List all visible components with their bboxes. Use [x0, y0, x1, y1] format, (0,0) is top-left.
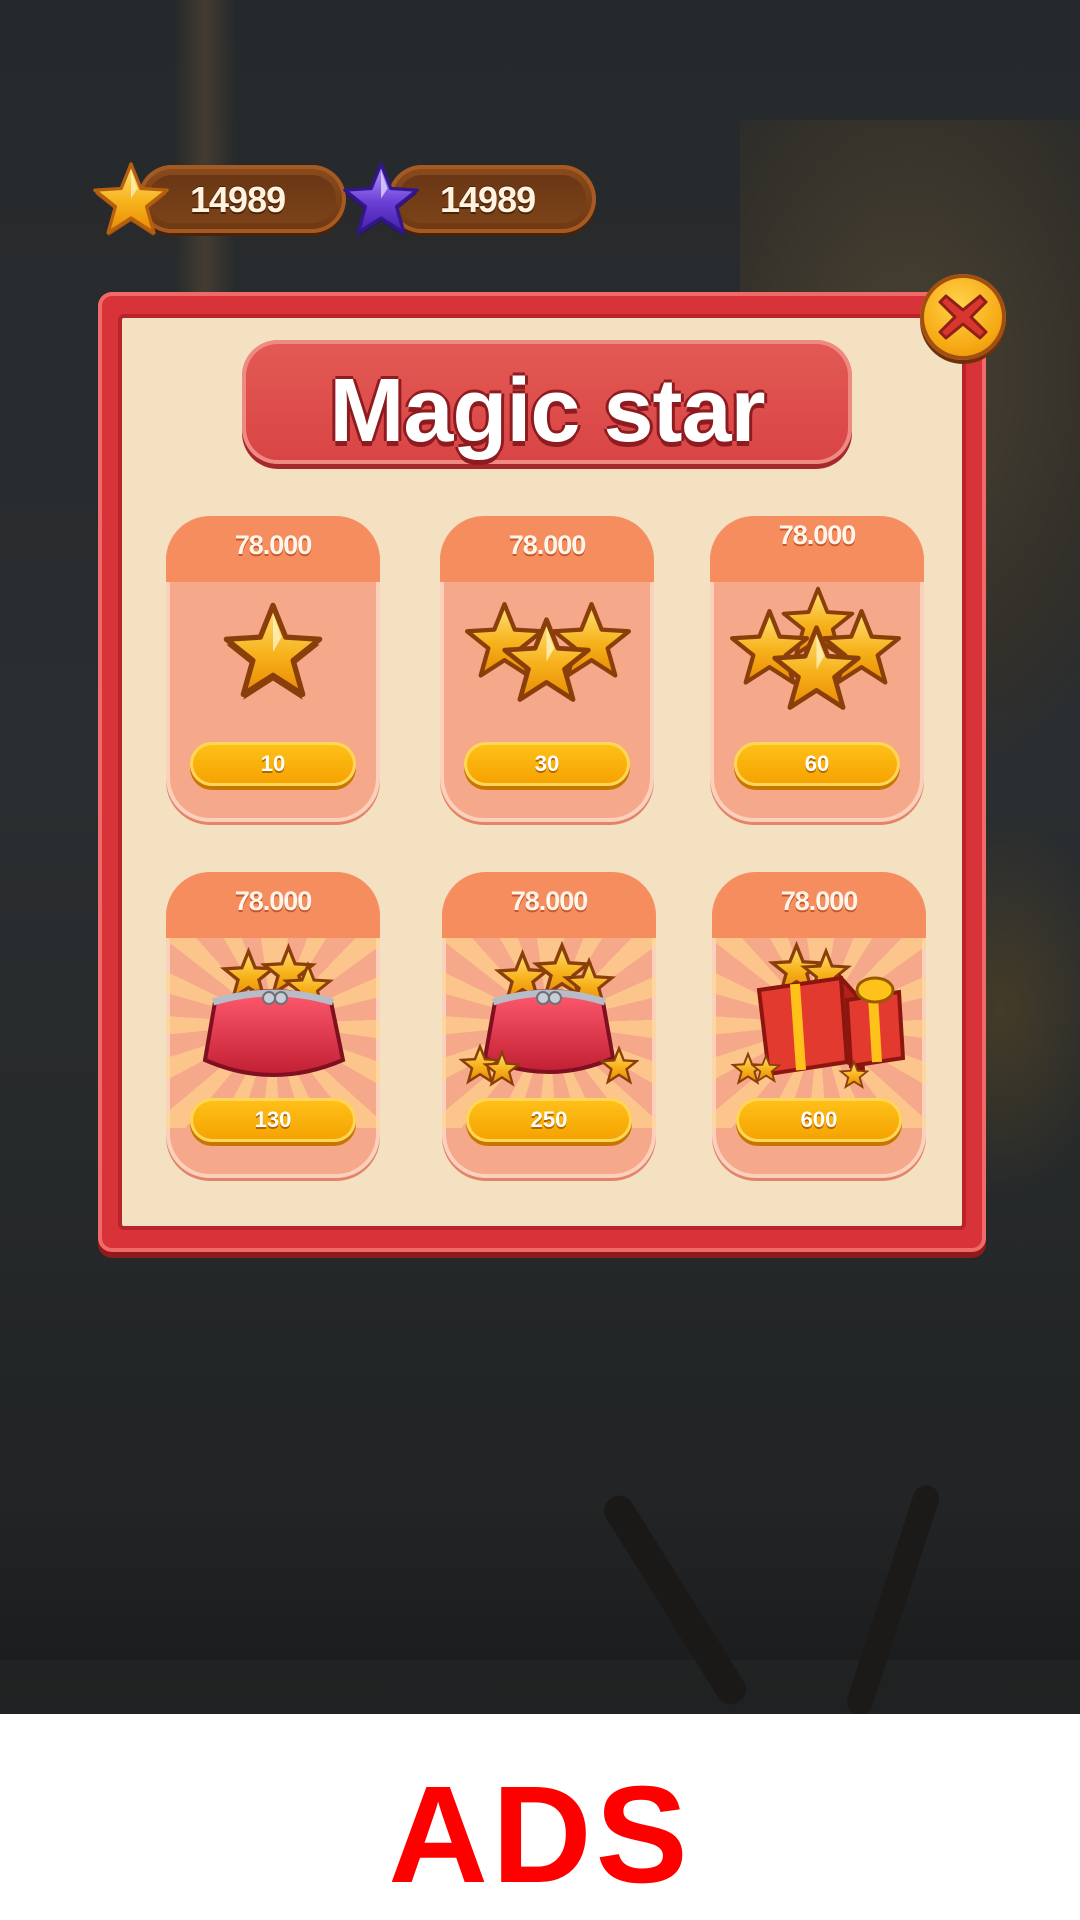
item-price: 78.000 — [780, 886, 859, 916]
item-amount: 60 — [804, 751, 830, 776]
shop-item-card[interactable]: 78.000 30 — [440, 516, 654, 822]
item-amount: 30 — [534, 751, 560, 776]
background-ground — [0, 1240, 1080, 1660]
item-price: 78.000 — [234, 886, 313, 916]
buy-button[interactable]: 60 — [734, 742, 900, 786]
star-gift-box-icon — [732, 943, 906, 1088]
buy-button[interactable]: 10 — [190, 742, 356, 786]
item-amount: 130 — [254, 1107, 292, 1132]
shop-item-card[interactable]: 78.000 130 — [166, 872, 380, 1178]
item-price: 78.000 — [234, 530, 313, 560]
shop-item-card[interactable]: 78.000 60 — [710, 516, 924, 822]
item-amount: 10 — [260, 751, 286, 776]
item-amount: 600 — [800, 1107, 838, 1132]
shop-title: Magic star — [329, 361, 765, 461]
shop-item-card[interactable]: 78.000 600 — [712, 872, 926, 1178]
gold-star-icon — [93, 162, 169, 237]
item-price: 78.000 — [508, 530, 587, 560]
shop-item-card[interactable]: 78.000 10 — [166, 516, 380, 822]
buy-button[interactable]: 600 — [736, 1098, 902, 1142]
star-purse-icon — [202, 945, 346, 1077]
star-pile-icon — [727, 586, 907, 734]
item-amount: 250 — [530, 1107, 568, 1132]
ads-label: ADS — [388, 1758, 692, 1912]
three-stars-icon — [457, 584, 637, 734]
ads-banner[interactable]: ADS — [0, 1714, 1080, 1920]
shop-item-card[interactable]: 78.000 250 — [442, 872, 656, 1178]
item-price: 78.000 — [778, 520, 857, 550]
buy-button[interactable]: 250 — [466, 1098, 632, 1142]
close-button[interactable] — [920, 274, 1006, 360]
gold-star-value: 14989 — [190, 179, 286, 220]
purple-star-icon — [343, 162, 419, 237]
single-star-icon — [183, 584, 363, 700]
close-icon — [938, 294, 988, 340]
item-price: 78.000 — [510, 886, 589, 916]
big-star-purse-icon — [460, 943, 638, 1086]
purple-star-value: 14989 — [440, 179, 536, 220]
buy-button[interactable]: 130 — [190, 1098, 356, 1142]
title-plate: Magic star — [242, 340, 852, 464]
buy-button[interactable]: 30 — [464, 742, 630, 786]
